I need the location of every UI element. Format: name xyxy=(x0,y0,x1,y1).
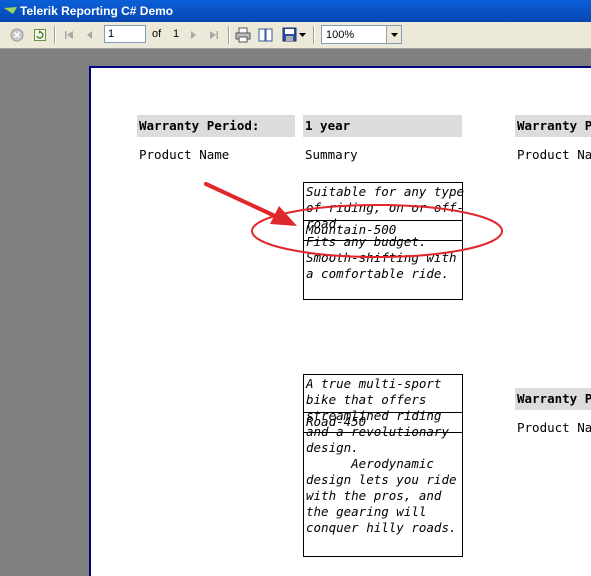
highlight-ellipse xyxy=(251,204,503,258)
annotation-arrow xyxy=(204,182,277,218)
annotation-overlay xyxy=(204,182,503,258)
arrow-head-icon xyxy=(270,206,297,226)
